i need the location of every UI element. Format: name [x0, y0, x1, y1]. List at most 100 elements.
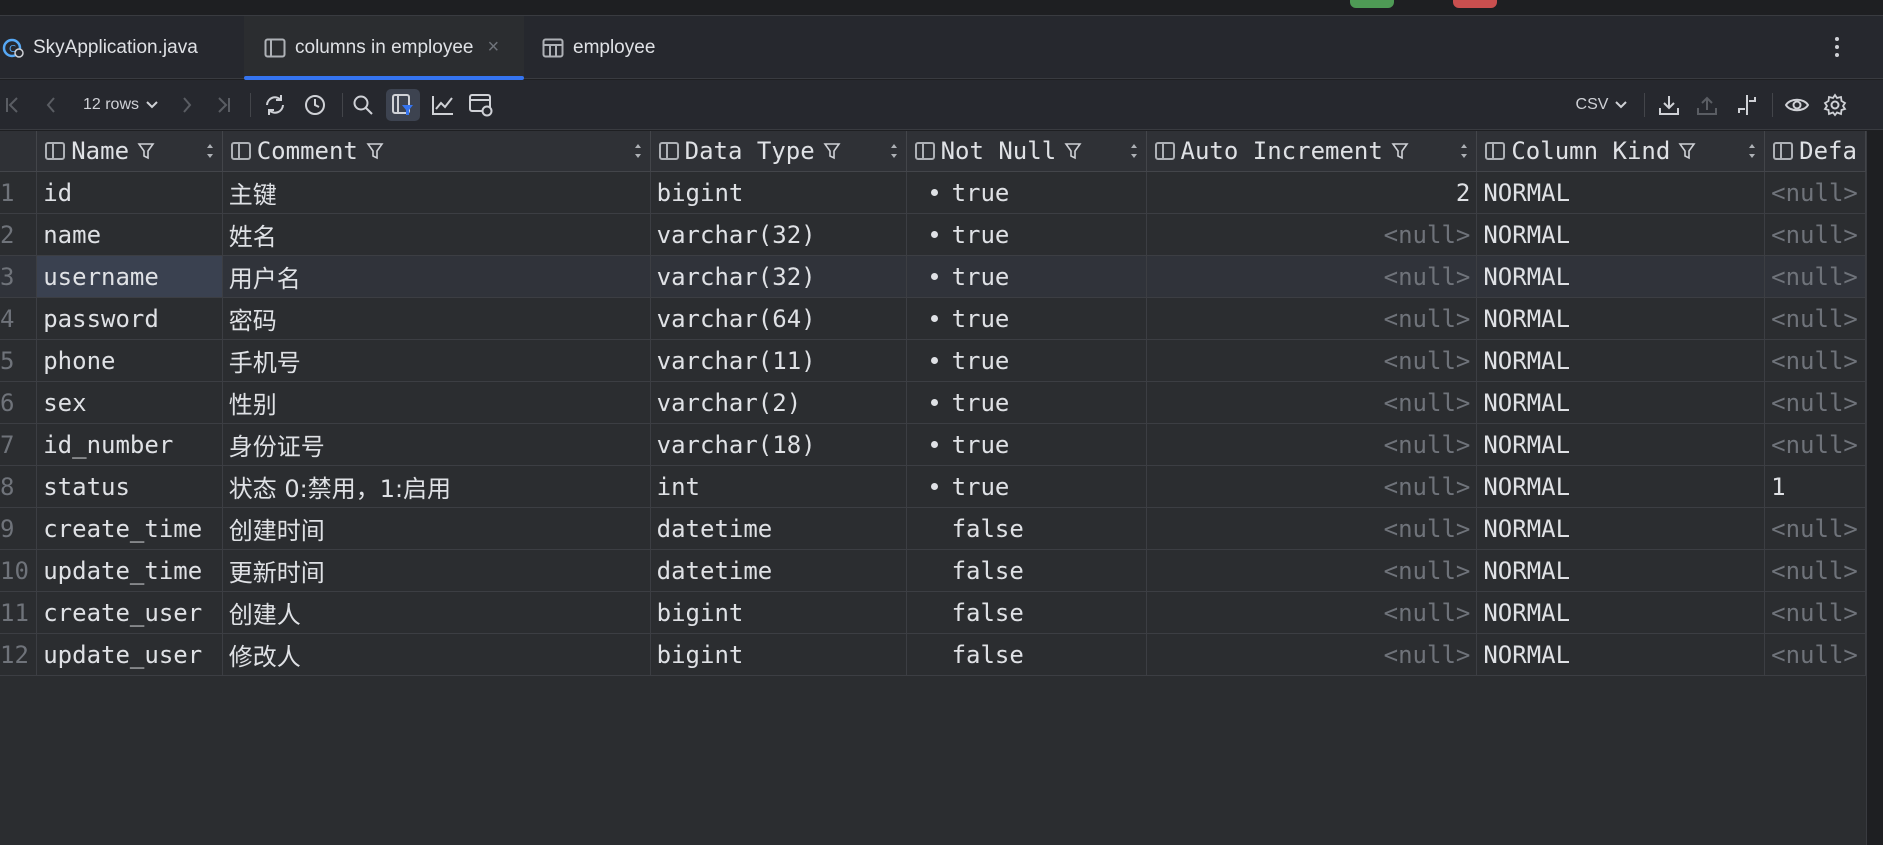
cell-not-null[interactable]: true	[906, 339, 1147, 382]
filter-icon[interactable]	[1391, 142, 1409, 160]
red-indicator-icon[interactable]	[1453, 0, 1497, 8]
sort-icon[interactable]	[890, 143, 898, 159]
cell-comment[interactable]: 身份证号	[222, 423, 651, 466]
table-row[interactable]: 2 name 姓名 varchar(32) true <null> NORMAL <null>	[0, 213, 1866, 256]
cell-auto-increment[interactable]: <null>	[1146, 381, 1478, 424]
close-icon[interactable]: ×	[487, 36, 499, 59]
table-row[interactable]: 1 id 主键 bigint true 2 NORMAL <null>	[0, 171, 1866, 214]
cell-auto-increment[interactable]: <null>	[1146, 633, 1478, 676]
search-icon[interactable]	[348, 89, 378, 121]
previous-page-icon[interactable]	[40, 89, 62, 121]
cell-comment[interactable]: 用户名	[222, 255, 651, 298]
history-clock-icon[interactable]	[300, 89, 330, 121]
cell-column-kind[interactable]: NORMAL	[1476, 549, 1766, 592]
cell-default[interactable]: <null>	[1764, 591, 1866, 634]
table-row[interactable]: 12 update_user 修改人 bigint false <null> NORMAL <…	[0, 633, 1866, 676]
cell-name[interactable]: update_user	[36, 633, 223, 676]
download-icon[interactable]	[1654, 89, 1684, 121]
next-page-icon[interactable]	[176, 89, 198, 121]
green-indicator-icon[interactable]	[1350, 0, 1394, 8]
cell-name[interactable]: id_number	[36, 423, 223, 466]
filter-icon[interactable]	[366, 142, 384, 160]
cell-default[interactable]: <null>	[1764, 633, 1866, 676]
cell-name[interactable]: create_time	[36, 507, 223, 550]
table-row[interactable]: 5 phone 手机号 varchar(11) true <null> NORMAL <nul…	[0, 339, 1866, 382]
filter-icon[interactable]	[823, 142, 841, 160]
cell-comment[interactable]: 创建人	[222, 591, 651, 634]
cell-data-type[interactable]: varchar(32)	[650, 213, 907, 256]
cell-comment[interactable]: 修改人	[222, 633, 651, 676]
cell-comment[interactable]: 状态 0:禁用，1:启用	[222, 465, 651, 508]
settings-gear-icon[interactable]	[1820, 89, 1850, 121]
cell-auto-increment[interactable]: <null>	[1146, 465, 1478, 508]
upload-icon[interactable]	[1692, 89, 1722, 121]
rows-count-dropdown[interactable]: 12 rows	[74, 89, 168, 121]
cell-column-kind[interactable]: NORMAL	[1476, 339, 1766, 382]
cell-default[interactable]: <null>	[1764, 213, 1866, 256]
cell-name[interactable]: update_time	[36, 549, 223, 592]
cell-default[interactable]: <null>	[1764, 381, 1866, 424]
cell-comment[interactable]: 姓名	[222, 213, 651, 256]
cell-comment[interactable]: 更新时间	[222, 549, 651, 592]
last-page-icon[interactable]	[212, 89, 234, 121]
cell-column-kind[interactable]: NORMAL	[1476, 423, 1766, 466]
column-header-column-kind[interactable]: Column Kind	[1476, 131, 1766, 172]
vertical-scrollbar[interactable]	[1866, 131, 1883, 845]
cell-not-null[interactable]: true	[906, 423, 1147, 466]
refresh-icon[interactable]	[260, 89, 290, 121]
cell-default[interactable]: 1	[1764, 465, 1866, 508]
cell-column-kind[interactable]: NORMAL	[1476, 213, 1766, 256]
cell-auto-increment[interactable]: <null>	[1146, 255, 1478, 298]
cell-column-kind[interactable]: NORMAL	[1476, 171, 1766, 214]
cell-auto-increment[interactable]: 2	[1146, 171, 1478, 214]
cell-data-type[interactable]: varchar(11)	[650, 339, 907, 382]
cell-default[interactable]: <null>	[1764, 297, 1866, 340]
cell-auto-increment[interactable]: <null>	[1146, 297, 1478, 340]
cell-not-null[interactable]: true	[906, 255, 1147, 298]
cell-data-type[interactable]: datetime	[650, 507, 907, 550]
eye-icon[interactable]	[1782, 89, 1812, 121]
sort-icon[interactable]	[1130, 143, 1138, 159]
cell-comment[interactable]: 性别	[222, 381, 651, 424]
cell-data-type[interactable]: varchar(64)	[650, 297, 907, 340]
cell-not-null[interactable]: false	[906, 633, 1147, 676]
cell-column-kind[interactable]: NORMAL	[1476, 297, 1766, 340]
table-row[interactable]: 10 update_time 更新时间 datetime false <null> NORM…	[0, 549, 1866, 592]
column-header-name[interactable]: Name	[36, 131, 223, 172]
cell-default[interactable]: <null>	[1764, 423, 1866, 466]
more-options-icon[interactable]	[1827, 34, 1847, 60]
cell-data-type[interactable]: bigint	[650, 633, 907, 676]
cell-auto-increment[interactable]: <null>	[1146, 507, 1478, 550]
sort-icon[interactable]	[634, 143, 642, 159]
chart-view-icon[interactable]	[428, 89, 458, 121]
cell-not-null[interactable]: false	[906, 591, 1147, 634]
compare-arrows-icon[interactable]	[1732, 89, 1762, 121]
column-header-default[interactable]: Defa	[1764, 131, 1866, 172]
tab-columns-in-employee[interactable]: columns in employee ×	[244, 16, 524, 80]
cell-data-type[interactable]: datetime	[650, 549, 907, 592]
table-row[interactable]: 8 status 状态 0:禁用，1:启用 int true <null> NORMAL 1	[0, 465, 1866, 508]
sort-icon[interactable]	[1748, 143, 1756, 159]
cell-column-kind[interactable]: NORMAL	[1476, 381, 1766, 424]
cell-data-type[interactable]: varchar(2)	[650, 381, 907, 424]
cell-name[interactable]: phone	[36, 339, 223, 382]
cell-default[interactable]: <null>	[1764, 507, 1866, 550]
cell-column-kind[interactable]: NORMAL	[1476, 255, 1766, 298]
cell-data-type[interactable]: varchar(32)	[650, 255, 907, 298]
cell-auto-increment[interactable]: <null>	[1146, 549, 1478, 592]
cell-data-type[interactable]: varchar(18)	[650, 423, 907, 466]
cell-auto-increment[interactable]: <null>	[1146, 423, 1478, 466]
cell-data-type[interactable]: bigint	[650, 171, 907, 214]
cell-auto-increment[interactable]: <null>	[1146, 591, 1478, 634]
cell-default[interactable]: <null>	[1764, 171, 1866, 214]
column-header-auto-increment[interactable]: Auto Increment	[1146, 131, 1478, 172]
cell-default[interactable]: <null>	[1764, 339, 1866, 382]
table-row[interactable]: 9 create_time 创建时间 datetime false <null> NORMA…	[0, 507, 1866, 550]
cell-default[interactable]: <null>	[1764, 255, 1866, 298]
cell-not-null[interactable]: true	[906, 465, 1147, 508]
cell-auto-increment[interactable]: <null>	[1146, 213, 1478, 256]
cell-name[interactable]: password	[36, 297, 223, 340]
column-header-data-type[interactable]: Data Type	[650, 131, 907, 172]
tab-employee[interactable]: employee	[524, 16, 684, 79]
cell-not-null[interactable]: true	[906, 213, 1147, 256]
